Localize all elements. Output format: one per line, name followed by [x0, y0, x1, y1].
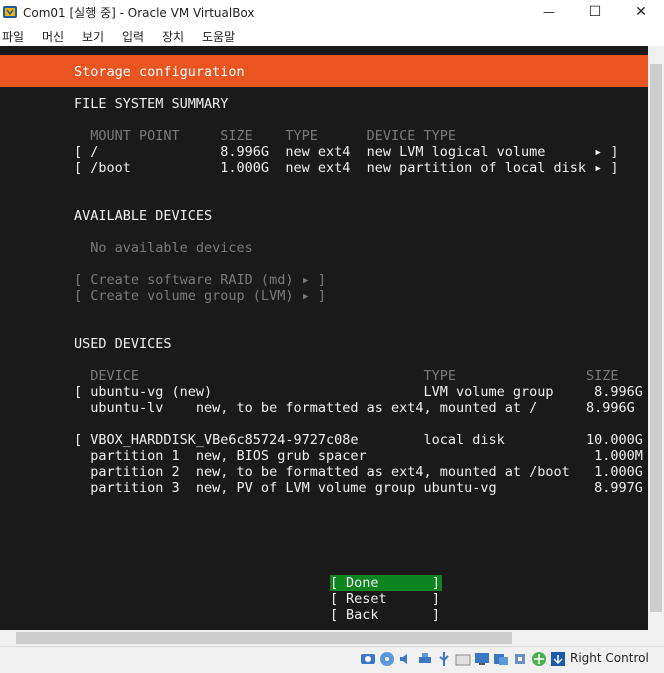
- shared-folder-icon[interactable]: [455, 651, 471, 667]
- close-icon: ✕: [635, 4, 647, 20]
- fs-summary-columns: MOUNT POINT SIZE TYPE DEVICE TYPE: [74, 128, 457, 144]
- installer-title: Storage configuration: [74, 64, 245, 80]
- fs-summary-heading: FILE SYSTEM SUMMARY: [74, 96, 229, 112]
- window-title: Com01 [실행 중] - Oracle VM VirtualBox: [23, 6, 255, 20]
- menu-view[interactable]: 보기: [82, 28, 104, 45]
- back-button[interactable]: [Back]: [330, 607, 442, 623]
- used-row-part3: partition 3 new, PV of LVM volume group …: [74, 480, 643, 496]
- keyboard-icon[interactable]: [550, 651, 566, 667]
- used-devices-columns: DEVICE TYPE SIZE: [74, 368, 619, 384]
- maximize-icon: ☐: [588, 4, 602, 20]
- vertical-scrollbar[interactable]: [648, 46, 664, 630]
- hard-disk-icon[interactable]: [360, 651, 376, 667]
- create-lvm-button[interactable]: [ Create volume group (LVM) ▸ ]: [74, 288, 326, 304]
- maximize-button[interactable]: ☐: [572, 0, 618, 24]
- network-icon[interactable]: [417, 651, 433, 667]
- menu-machine[interactable]: 머신: [42, 28, 64, 45]
- window-titlebar: Com01 [실행 중] - Oracle VM VirtualBox — ☐ …: [0, 0, 664, 24]
- menu-bar: 파일 머신 보기 입력 장치 도움말: [0, 24, 664, 46]
- cpu-icon[interactable]: [512, 651, 528, 667]
- reset-button[interactable]: [Reset]: [330, 591, 442, 607]
- used-devices-heading: USED DEVICES: [74, 336, 172, 352]
- no-devices-text: No available devices: [74, 240, 253, 256]
- menu-input[interactable]: 입력: [122, 28, 144, 45]
- back-label: Back: [346, 607, 379, 623]
- mouse-integration-icon[interactable]: [531, 651, 547, 667]
- used-row-lv: ubuntu-lv new, to be formatted as ext4, …: [74, 400, 635, 416]
- used-row-vg[interactable]: [ ubuntu-vg (new) LVM volume group 8.996…: [74, 384, 643, 400]
- host-key-label: Right Control: [570, 651, 649, 665]
- optical-drive-icon[interactable]: [379, 651, 395, 667]
- fs-row-root[interactable]: [ / 8.996G new ext4 new LVM logical volu…: [74, 144, 619, 160]
- usb-icon[interactable]: [436, 651, 452, 667]
- minimize-button[interactable]: —: [526, 0, 572, 24]
- used-row-part2: partition 2 new, to be formatted as ext4…: [74, 464, 643, 480]
- vm-screen[interactable]: Storage configuration FILE SYSTEM SUMMAR…: [0, 46, 648, 630]
- vertical-scroll-thumb[interactable]: [650, 64, 662, 612]
- display-icon[interactable]: [474, 651, 490, 667]
- close-button[interactable]: ✕: [618, 0, 664, 24]
- audio-icon[interactable]: [398, 651, 414, 667]
- minimize-icon: —: [543, 5, 555, 19]
- reset-label: Reset: [346, 591, 387, 607]
- installer-header: Storage configuration: [0, 55, 648, 87]
- used-row-part1: partition 1 new, BIOS grub spacer 1.000M: [74, 448, 643, 464]
- menu-devices[interactable]: 장치: [162, 28, 184, 45]
- horizontal-scrollbar[interactable]: [0, 630, 648, 646]
- fs-row-boot[interactable]: [ /boot 1.000G new ext4 new partition of…: [74, 160, 619, 176]
- menu-file[interactable]: 파일: [2, 28, 24, 45]
- status-bar: Right Control: [0, 646, 664, 673]
- recording-icon[interactable]: [493, 651, 509, 667]
- menu-help[interactable]: 도움말: [202, 28, 235, 45]
- horizontal-scroll-thumb[interactable]: [16, 632, 512, 644]
- scroll-corner: [648, 630, 664, 646]
- available-devices-heading: AVAILABLE DEVICES: [74, 208, 213, 224]
- used-row-disk[interactable]: [ VBOX_HARDDISK_VBe6c85724-9727c08e loca…: [74, 432, 643, 448]
- virtualbox-icon: [3, 6, 17, 18]
- done-button[interactable]: [Done]: [330, 575, 442, 591]
- create-raid-button[interactable]: [ Create software RAID (md) ▸ ]: [74, 272, 326, 288]
- done-label: Done: [346, 575, 379, 591]
